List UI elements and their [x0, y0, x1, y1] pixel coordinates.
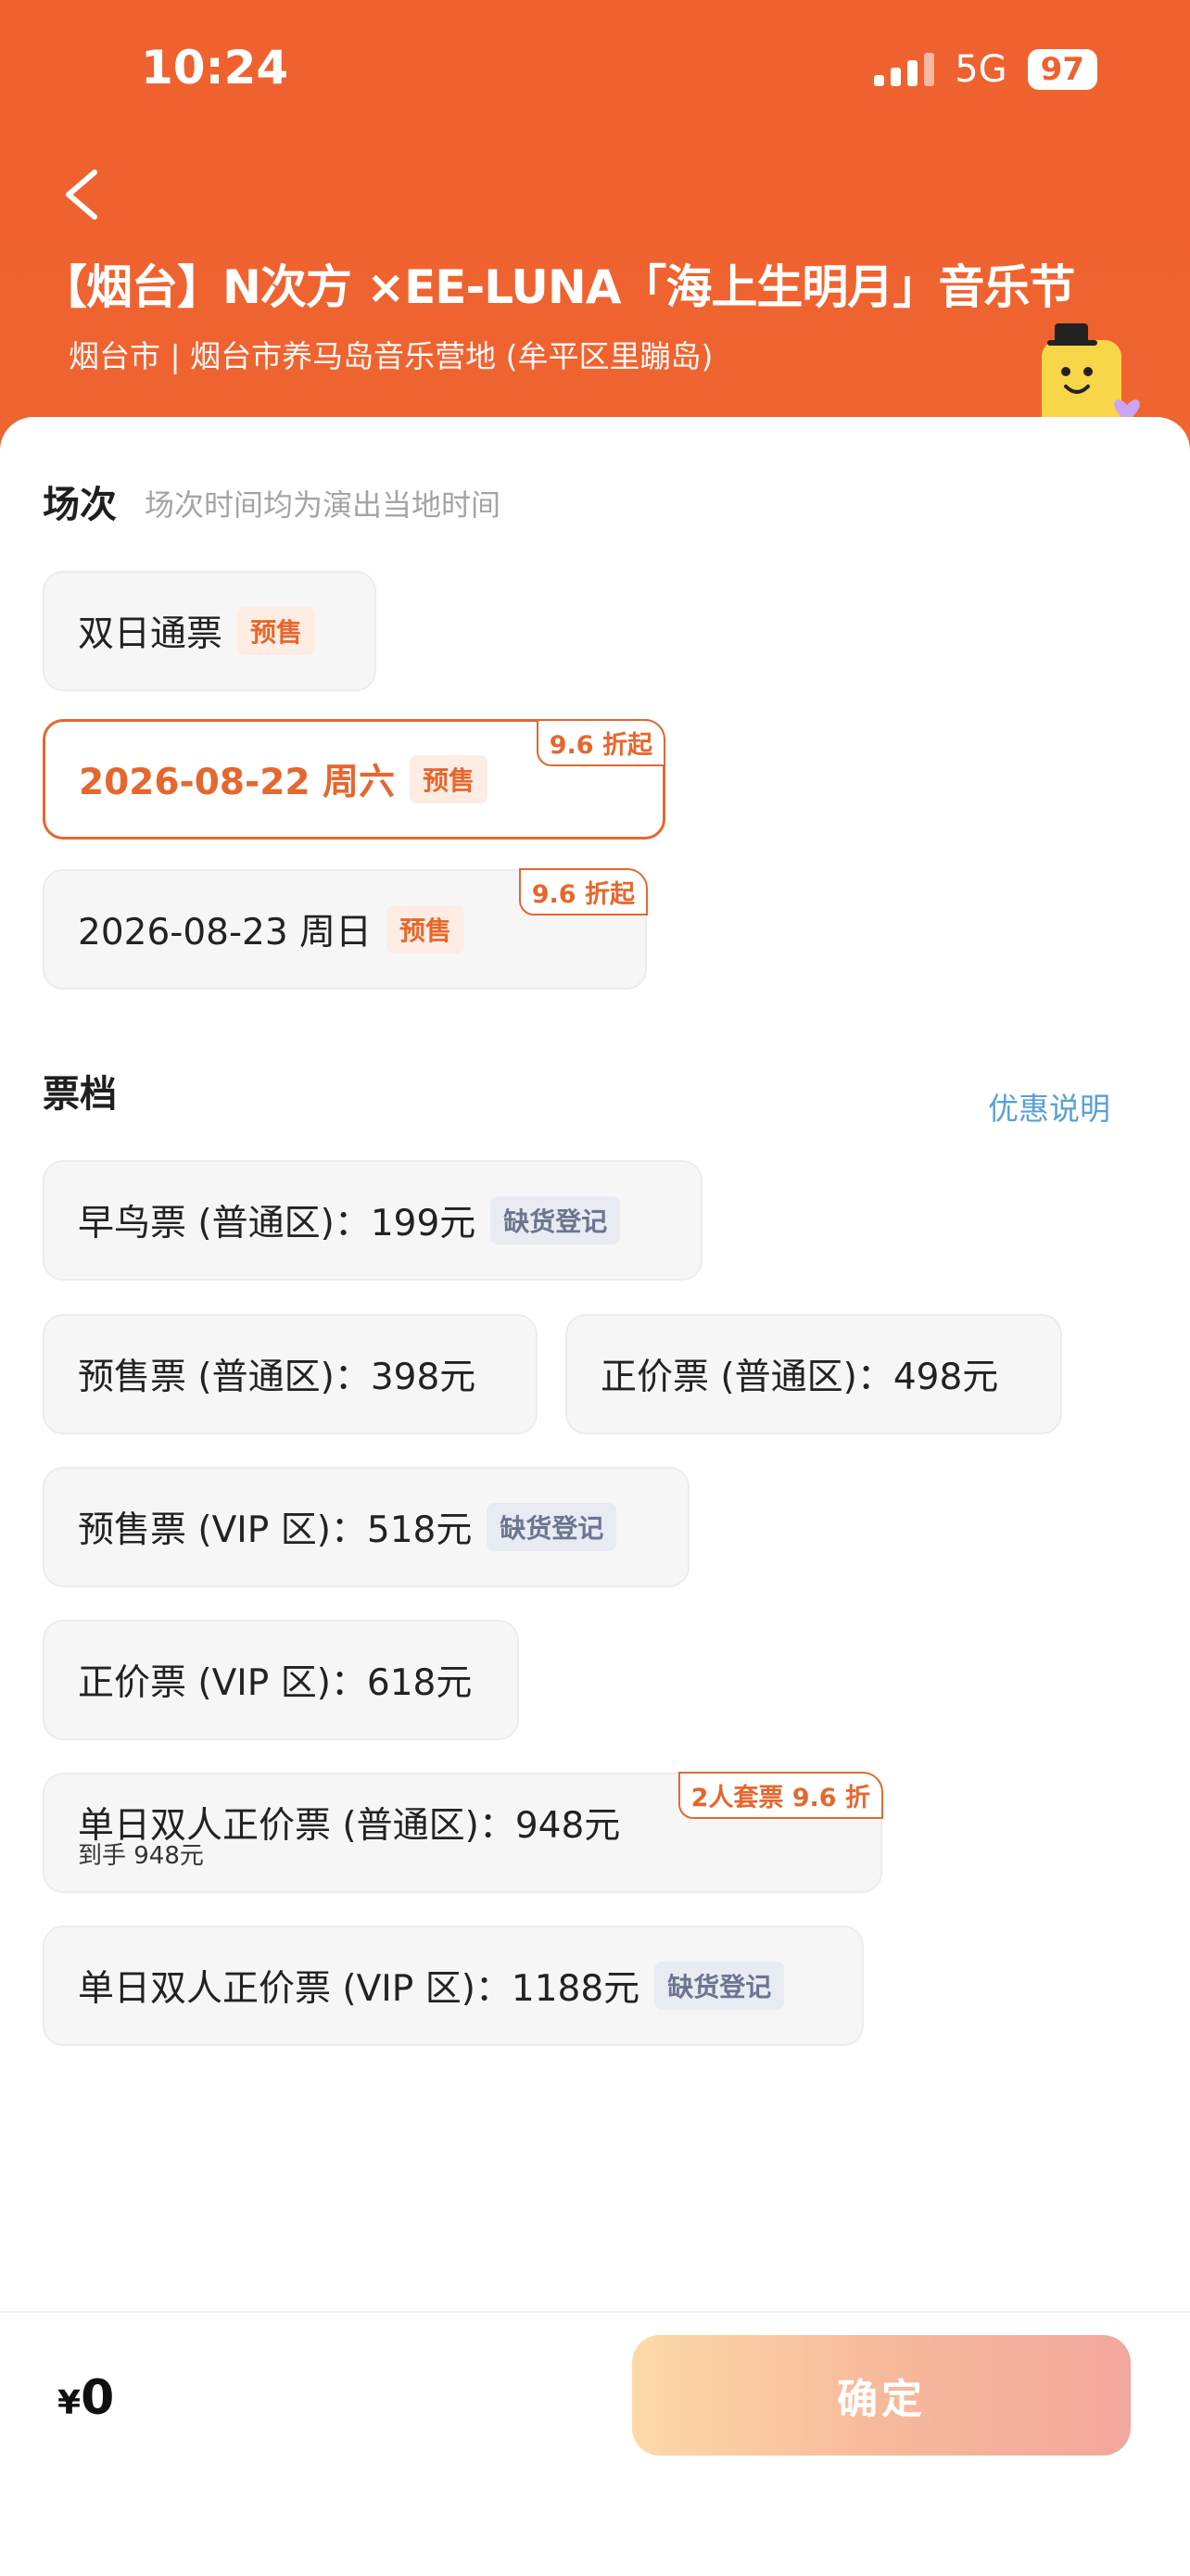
presale-badge: 预售: [410, 755, 488, 803]
network-label: 5G: [955, 48, 1007, 91]
final-price-note: 到手 948元: [78, 1842, 204, 1870]
session-option-0823[interactable]: 2026-08-23 周日 预售 9.6 折起: [43, 868, 648, 990]
battery-icon: 97: [1027, 49, 1097, 90]
discount-badge: 9.6 折起: [536, 719, 665, 766]
ticket-option-double-vip[interactable]: 单日双人正价票 (VIP 区)：1188元 缺货登记: [43, 1926, 864, 2046]
ticket-option-presale-vip[interactable]: 预售票 (VIP 区)：518元 缺货登记: [43, 1467, 690, 1587]
session-option-0822[interactable]: 2026-08-22 周六 预售 9.6 折起: [43, 719, 665, 840]
ticket-option-regular-vip[interactable]: 正价票 (VIP 区)：618元: [43, 1620, 519, 1740]
session-option-both-days[interactable]: 双日通票 预售: [43, 571, 376, 691]
event-location: 烟台市 | 烟台市养马岛音乐营地 (牟平区里蹦岛): [69, 338, 714, 374]
ticket-option-regular-general[interactable]: 正价票 (普通区)：498元: [565, 1314, 1062, 1434]
session-hint: 场次时间均为演出当地时间: [145, 487, 501, 523]
status-indicators: 5G 97: [874, 48, 1097, 91]
event-title: 【烟台】N次方 ×EE-LUNA「海上生明月」音乐节: [41, 260, 1075, 314]
out-of-stock-register-badge[interactable]: 缺货登记: [654, 1962, 785, 2010]
ticket-option-presale-general[interactable]: 预售票 (普通区)：398元: [43, 1314, 538, 1434]
back-arrow-icon[interactable]: [59, 167, 106, 222]
presale-badge: 预售: [386, 905, 465, 953]
package-discount-badge: 2人套票 9.6 折: [677, 1772, 883, 1819]
discount-badge: 9.6 折起: [518, 868, 648, 915]
presale-badge: 预售: [237, 607, 316, 655]
session-section-title: 场次: [43, 484, 117, 526]
confirm-button[interactable]: 确定: [632, 2335, 1131, 2456]
ticket-option-double-general[interactable]: 单日双人正价票 (普通区)：948元 到手 948元 2人套票 9.6 折: [43, 1772, 883, 1893]
ticket-option-early-bird-general[interactable]: 早鸟票 (普通区)：199元 缺货登记: [43, 1160, 703, 1281]
header: 10:24 5G 97 【烟台】N次方 ×EE-LUNA「海上生明月」音乐节 烟…: [0, 0, 1190, 482]
signal-icon: [874, 53, 935, 86]
out-of-stock-register-badge[interactable]: 缺货登记: [490, 1196, 621, 1244]
mascot-icon: [1042, 323, 1140, 431]
total-price: ¥0: [57, 2370, 115, 2426]
out-of-stock-register-badge[interactable]: 缺货登记: [487, 1503, 617, 1551]
status-time: 10:24: [141, 41, 289, 95]
ticket-section-title: 票档: [43, 1073, 117, 1116]
discount-info-link[interactable]: 优惠说明: [988, 1084, 1110, 1129]
